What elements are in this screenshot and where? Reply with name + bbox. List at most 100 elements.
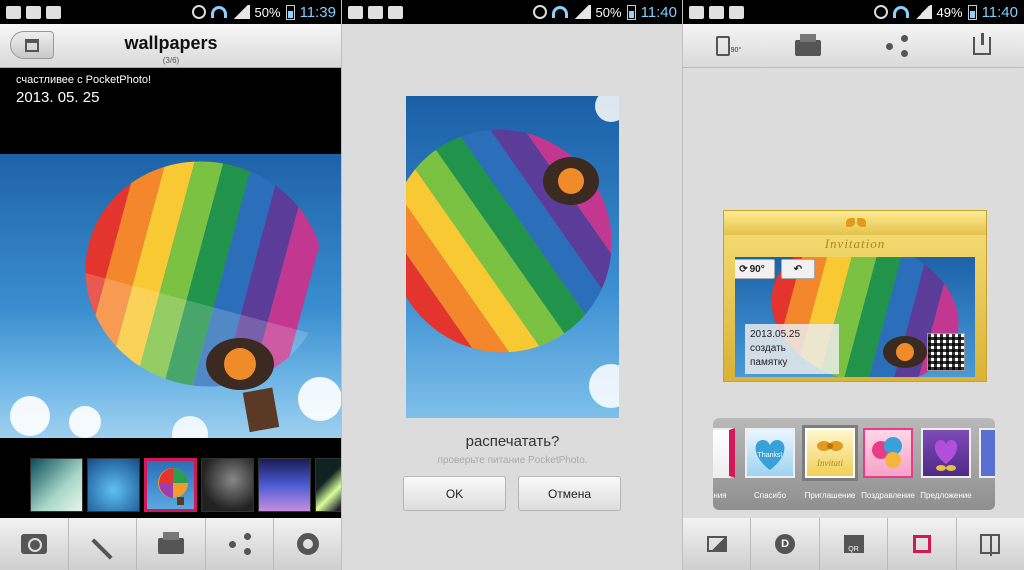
share-button[interactable] [206, 518, 275, 570]
ok-button[interactable]: OK [403, 476, 506, 511]
status-bar: 49% 11:40 [683, 0, 1024, 24]
print-button[interactable] [137, 518, 206, 570]
heart-icon: Thanks! [755, 440, 785, 470]
effects-button[interactable] [69, 518, 138, 570]
thumbnail[interactable] [201, 458, 254, 512]
gallery-screen: 50% 11:39 wallpapers (3/6) счастливее с … [0, 0, 342, 570]
album-title: wallpapers [124, 33, 218, 53]
battery-icon [967, 4, 977, 20]
photo-caption: счастливее с PocketPhoto! [16, 74, 152, 86]
thumbnail[interactable] [30, 458, 83, 512]
memo-line: создать [750, 343, 786, 354]
play-store-icon [388, 5, 403, 19]
bottom-toolbar [0, 518, 342, 570]
signal-icon [231, 5, 250, 19]
invitation-card: Invitation ⟳ 90° ↶ 2013.05.25 создать па… [723, 210, 987, 382]
alarm-icon [532, 5, 547, 19]
memo-box[interactable]: 2013.05.25 создать памятку [745, 324, 839, 374]
tab-frame[interactable] [888, 518, 957, 570]
tab-qr[interactable]: QR [820, 518, 889, 570]
card-photo[interactable]: ⟳ 90° ↶ 2013.05.25 создать памятку [735, 257, 975, 377]
app-header: wallpapers (3/6) [0, 24, 342, 68]
qr-icon: QR [843, 535, 864, 553]
battery-percent: 50% [595, 4, 622, 20]
frame-label: Предложение [920, 491, 972, 500]
print-preview-photo [406, 96, 619, 418]
card-header [724, 211, 986, 235]
frame-option-congrats[interactable] [863, 428, 913, 478]
status-bar: 50% 11:39 [0, 0, 342, 24]
thumbnail[interactable] [87, 458, 140, 512]
photo-date: 2013. 05. 25 [16, 89, 100, 106]
balloon-illustration [10, 154, 342, 438]
battery-percent: 49% [936, 4, 963, 20]
thumbnail-selected[interactable] [144, 458, 197, 512]
thumbnail[interactable] [315, 458, 342, 512]
play-store-icon [26, 5, 41, 19]
print-dialog-screen: 50% 11:40 распечатать? проверьте питание… [342, 0, 683, 570]
frame-option-thanks[interactable]: Thanks! [745, 428, 795, 478]
bow-icon: Invitati [816, 441, 843, 468]
printer-icon[interactable] [794, 33, 821, 56]
tab-date[interactable]: D [751, 518, 820, 570]
camera-button[interactable] [0, 518, 69, 570]
balloon-thumb-icon [158, 468, 188, 505]
tab-layout[interactable] [957, 518, 1024, 570]
rotate-icon: ⟳ [739, 263, 748, 275]
gallery-notification-icon [689, 5, 704, 19]
undo-button[interactable]: ↶ [781, 259, 815, 279]
editor-bottom-tabs: D QR [683, 518, 1024, 570]
clock: 11:39 [299, 3, 336, 21]
memo-date: 2013.05.25 [750, 329, 801, 340]
battery-icon [285, 4, 295, 20]
signal-icon [913, 5, 932, 19]
tab-image[interactable] [683, 518, 752, 570]
svg-text:Invitati: Invitati [816, 458, 843, 468]
memo-line: памятку [750, 357, 788, 368]
frame-icon [912, 535, 931, 553]
alarm-icon [873, 5, 888, 19]
d-badge-icon: D [775, 534, 796, 554]
frame-picker: ния Thanks! Спасибо Invitati Приглашение… [713, 418, 995, 510]
play-store-icon [368, 5, 383, 19]
battery-percent: 50% [254, 4, 281, 20]
frame-option-proposal[interactable] [921, 428, 971, 478]
hot-air-balloon-photo[interactable] [0, 154, 342, 438]
clock: 11:40 [640, 3, 677, 21]
battery-icon [626, 4, 636, 20]
alarm-icon [191, 5, 206, 19]
share-icon[interactable] [886, 34, 909, 57]
print-question: распечатать? [465, 433, 560, 450]
gallery-notification-icon [6, 5, 21, 19]
heart-bow-icon [934, 440, 958, 471]
play-store-icon [709, 5, 724, 19]
printer-icon [157, 532, 184, 554]
share-icon [228, 533, 251, 555]
thumbnail-strip [30, 458, 342, 512]
download-icon[interactable] [973, 32, 992, 55]
status-bar: 50% 11:40 [342, 0, 683, 24]
magic-wand-icon [91, 537, 113, 560]
rotate-90-button[interactable]: ⟳ 90° [735, 259, 775, 279]
signal-icon [572, 5, 591, 19]
wifi-icon [892, 6, 909, 18]
layout-icon [980, 534, 1001, 556]
frame-option[interactable] [979, 428, 995, 478]
qr-code [927, 333, 965, 371]
wifi-icon [551, 6, 568, 18]
frame-option[interactable] [713, 428, 735, 478]
cancel-button[interactable]: Отмена [518, 476, 621, 511]
frame-editor-screen: 49% 11:40 Invitation [683, 0, 1024, 570]
wifi-icon [210, 6, 227, 18]
settings-gear-icon [297, 533, 320, 555]
rotate-90-icon[interactable] [715, 35, 741, 56]
bow-icon [846, 217, 866, 231]
thumbnail[interactable] [258, 458, 311, 512]
settings-button[interactable] [274, 518, 342, 570]
camera-icon [20, 534, 47, 554]
play-store-icon [46, 5, 61, 19]
gallery-notification-icon [348, 5, 363, 19]
undo-icon: ↶ [793, 263, 803, 275]
svg-text:Thanks!: Thanks! [758, 452, 783, 459]
frame-option-invitation[interactable]: Invitati [805, 428, 855, 478]
